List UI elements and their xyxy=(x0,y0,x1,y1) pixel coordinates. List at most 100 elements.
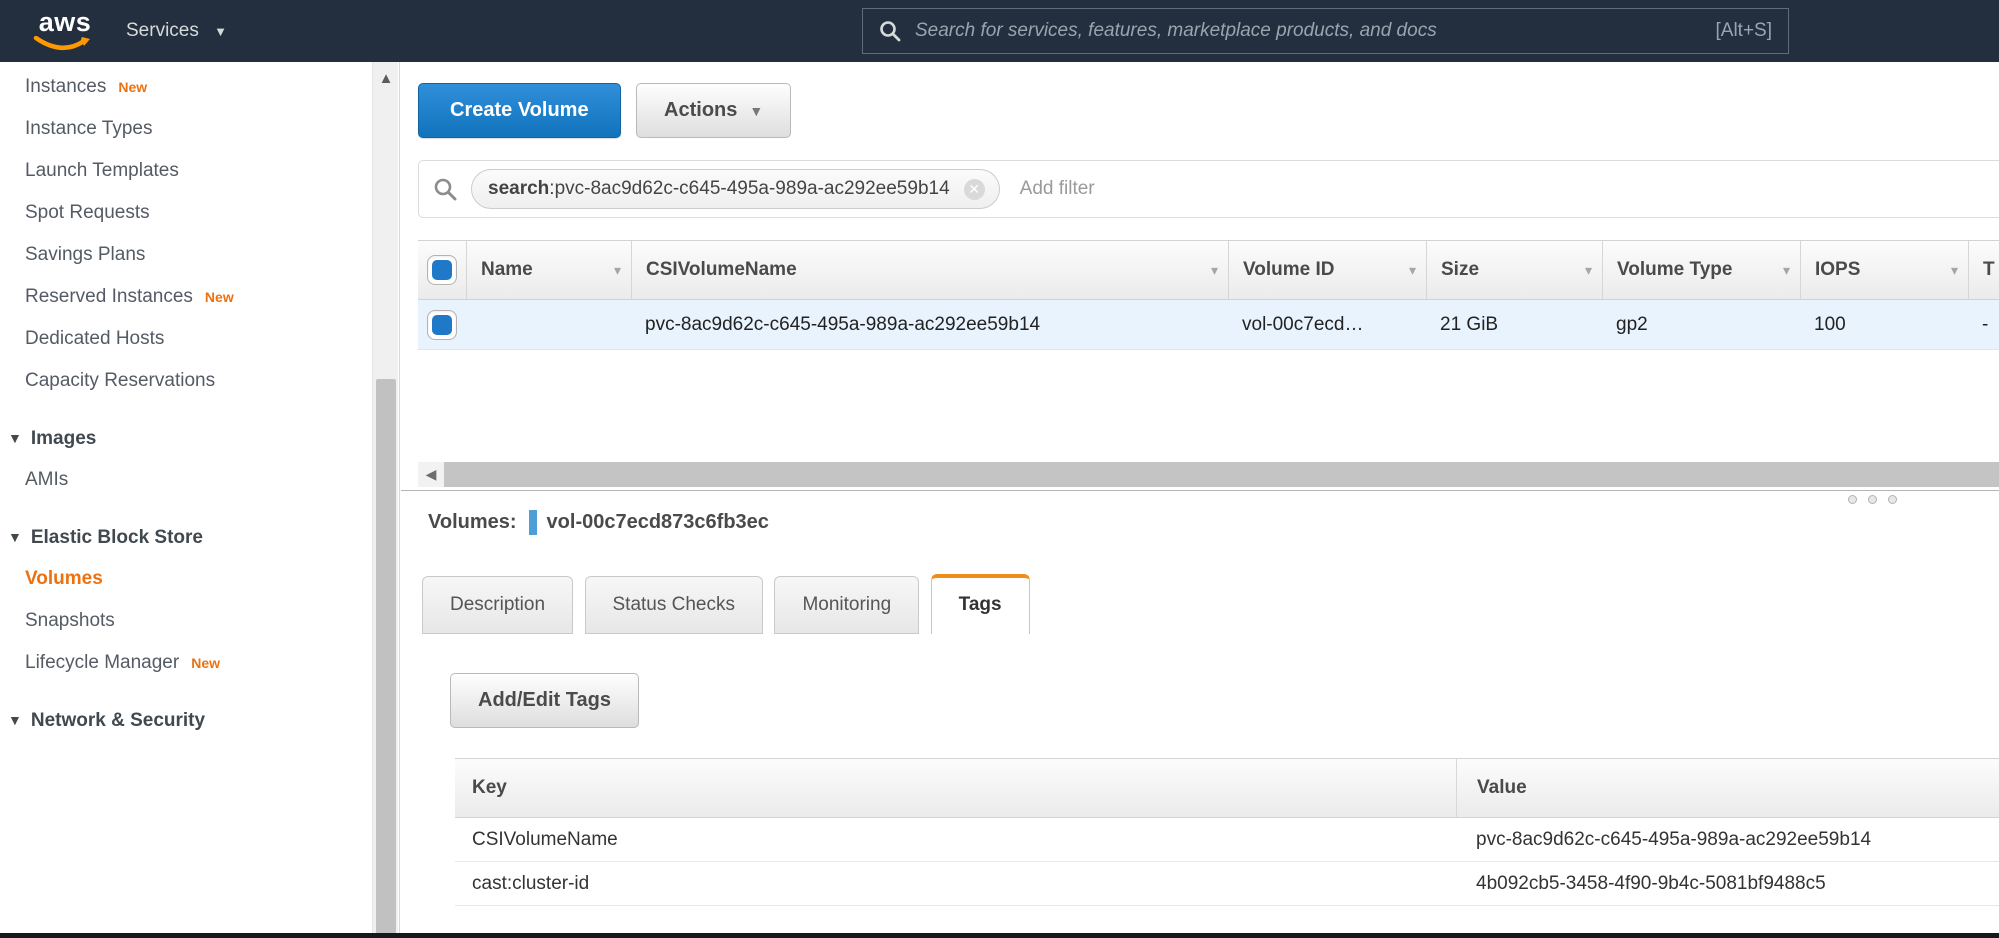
tags-table: Key Value CSIVolumeName pvc-8ac9d62c-c64… xyxy=(455,758,1999,906)
sidebar-section-network-security[interactable]: ▼Network & Security xyxy=(0,699,399,741)
tab-monitoring[interactable]: Monitoring xyxy=(774,576,919,634)
column-header-csivolumename[interactable]: CSIVolumeName▾ xyxy=(631,241,1228,299)
selected-volume-indicator xyxy=(529,510,537,535)
triangle-down-icon: ▼ xyxy=(8,430,22,446)
column-header-volume-type[interactable]: Volume Type▾ xyxy=(1602,241,1800,299)
sidebar-item-instance-types[interactable]: Instance Types xyxy=(0,108,399,150)
detail-heading-label: Volumes: xyxy=(428,511,517,534)
column-header-iops[interactable]: IOPS▾ xyxy=(1800,241,1968,299)
select-all-cell xyxy=(418,241,466,299)
add-edit-tags-button[interactable]: Add/Edit Tags xyxy=(450,673,639,728)
new-badge: New xyxy=(191,655,220,671)
triangle-down-icon: ▼ xyxy=(8,712,22,728)
detail-panel-heading: Volumes: vol-00c7ecd873c6fb3ec xyxy=(428,510,769,535)
add-edit-tags-container: Add/Edit Tags xyxy=(450,673,639,728)
search-filter-tag[interactable]: search : pvc-8ac9d62c-c645-495a-989a-ac2… xyxy=(471,169,1000,209)
tag-value: 4b092cb5-3458-4f90-9b4c-5081bf9488c5 xyxy=(1456,862,1999,905)
sidebar-item-amis[interactable]: AMIs xyxy=(0,459,399,501)
select-all-checkbox[interactable] xyxy=(427,255,457,285)
search-icon xyxy=(433,177,457,201)
scroll-up-arrow-icon[interactable]: ▲ xyxy=(373,66,399,92)
chevron-down-icon: ▼ xyxy=(214,24,227,39)
sort-caret-icon[interactable]: ▾ xyxy=(1775,262,1790,279)
new-badge: New xyxy=(205,289,234,305)
ec2-sidebar: InstancesNew Instance Types Launch Templ… xyxy=(0,62,400,938)
select-row-checkbox[interactable] xyxy=(427,310,457,340)
search-icon xyxy=(879,20,901,42)
sidebar-item-spot-requests[interactable]: Spot Requests xyxy=(0,192,399,234)
column-header-throughput[interactable]: T xyxy=(1968,241,1999,299)
volumes-table: Name▾ CSIVolumeName▾ Volume ID▾ Size▾ Vo… xyxy=(418,240,1999,350)
sidebar-item-dedicated-hosts[interactable]: Dedicated Hosts xyxy=(0,318,399,360)
sort-caret-icon[interactable]: ▾ xyxy=(1577,262,1592,279)
column-header-name[interactable]: Name▾ xyxy=(466,241,631,299)
sidebar-item-reserved-instances[interactable]: Reserved InstancesNew xyxy=(0,276,399,318)
row-volume-id: vol-00c7ecd… xyxy=(1228,300,1426,349)
tags-table-header: Key Value xyxy=(455,758,1999,818)
sidebar-scrollbar[interactable]: ▲ xyxy=(372,62,398,938)
services-menu[interactable]: Services ▼ xyxy=(126,0,227,62)
detail-tabs: Description Status Checks Monitoring Tag… xyxy=(422,574,1999,633)
aws-logo-text: aws xyxy=(32,8,98,36)
split-panel-divider xyxy=(401,490,1999,491)
column-header-size[interactable]: Size▾ xyxy=(1426,241,1602,299)
split-panel-drag-handle[interactable] xyxy=(1848,495,1897,504)
row-size: 21 GiB xyxy=(1426,300,1602,349)
aws-logo[interactable]: aws xyxy=(32,8,98,54)
sidebar-nav-list: InstancesNew Instance Types Launch Templ… xyxy=(0,62,399,741)
sort-caret-icon[interactable]: ▾ xyxy=(1401,262,1416,279)
sort-caret-icon[interactable]: ▾ xyxy=(606,262,621,279)
sidebar-item-instances[interactable]: InstancesNew xyxy=(0,66,399,108)
global-search-input[interactable] xyxy=(915,20,1716,42)
table-row[interactable]: pvc-8ac9d62c-c645-495a-989a-ac292ee59b14… xyxy=(418,300,1999,350)
tag-row: CSIVolumeName pvc-8ac9d62c-c645-495a-989… xyxy=(455,818,1999,862)
filter-bar[interactable]: search : pvc-8ac9d62c-c645-495a-989a-ac2… xyxy=(418,160,1999,218)
sidebar-item-snapshots[interactable]: Snapshots xyxy=(0,600,399,642)
search-shortcut-hint: [Alt+S] xyxy=(1716,20,1773,42)
top-nav-bar: aws Services ▼ [Alt+S] xyxy=(0,0,1999,62)
chevron-down-icon: ▼ xyxy=(749,103,763,119)
sidebar-item-lifecycle-manager[interactable]: Lifecycle ManagerNew xyxy=(0,642,399,684)
sort-caret-icon[interactable]: ▾ xyxy=(1943,262,1958,279)
detail-volume-id: vol-00c7ecd873c6fb3ec xyxy=(547,511,769,534)
row-iops: 100 xyxy=(1800,300,1968,349)
scroll-left-arrow-icon[interactable]: ◀ xyxy=(418,462,444,487)
tag-key: CSIVolumeName xyxy=(455,818,1456,861)
new-badge: New xyxy=(118,79,147,95)
sidebar-item-launch-templates[interactable]: Launch Templates xyxy=(0,150,399,192)
remove-filter-icon[interactable]: ✕ xyxy=(964,179,985,200)
tag-value: pvc-8ac9d62c-c645-495a-989a-ac292ee59b14 xyxy=(1456,818,1999,861)
aws-smile-icon xyxy=(32,36,92,52)
tags-column-key: Key xyxy=(455,759,1456,817)
row-volume-type: gp2 xyxy=(1602,300,1800,349)
tag-row: cast:cluster-id 4b092cb5-3458-4f90-9b4c-… xyxy=(455,862,1999,906)
horizontal-scrollbar-thumb[interactable] xyxy=(444,462,1999,487)
sidebar-item-savings-plans[interactable]: Savings Plans xyxy=(0,234,399,276)
volumes-toolbar: Create Volume Actions▼ xyxy=(418,83,791,138)
window-bottom-edge xyxy=(0,933,1999,938)
actions-button[interactable]: Actions▼ xyxy=(636,83,791,138)
add-filter-placeholder[interactable]: Add filter xyxy=(1020,178,1095,200)
sidebar-scrollbar-thumb[interactable] xyxy=(376,379,396,935)
global-search-bar[interactable]: [Alt+S] xyxy=(862,8,1789,54)
volumes-table-header: Name▾ CSIVolumeName▾ Volume ID▾ Size▾ Vo… xyxy=(418,240,1999,300)
sort-caret-icon[interactable]: ▾ xyxy=(1203,262,1218,279)
sidebar-section-images[interactable]: ▼Images xyxy=(0,417,399,459)
filter-value: pvc-8ac9d62c-c645-495a-989a-ac292ee59b14 xyxy=(555,178,950,200)
create-volume-button[interactable]: Create Volume xyxy=(418,83,621,138)
filter-key: search xyxy=(488,178,549,200)
tag-key: cast:cluster-id xyxy=(455,862,1456,905)
tab-description[interactable]: Description xyxy=(422,576,573,634)
triangle-down-icon: ▼ xyxy=(8,529,22,545)
column-header-volume-id[interactable]: Volume ID▾ xyxy=(1228,241,1426,299)
row-throughput: - xyxy=(1968,300,1999,349)
main-content: Create Volume Actions▼ search : pvc-8ac9… xyxy=(401,62,1999,938)
sidebar-item-volumes[interactable]: Volumes xyxy=(0,558,399,600)
horizontal-scrollbar[interactable]: ◀ xyxy=(418,462,1999,487)
sidebar-section-elastic-block-store[interactable]: ▼Elastic Block Store xyxy=(0,516,399,558)
row-name xyxy=(466,300,631,349)
sidebar-item-capacity-reservations[interactable]: Capacity Reservations xyxy=(0,360,399,402)
tab-status-checks[interactable]: Status Checks xyxy=(585,576,764,634)
row-csi-volume-name: pvc-8ac9d62c-c645-495a-989a-ac292ee59b14 xyxy=(631,300,1228,349)
tab-tags[interactable]: Tags xyxy=(931,574,1030,634)
